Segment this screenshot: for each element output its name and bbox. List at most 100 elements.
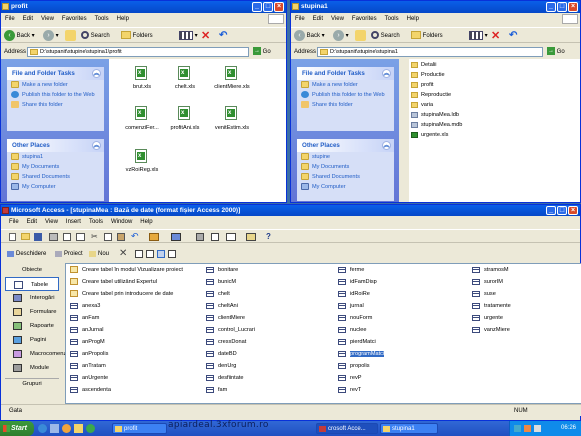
table-row[interactable]: surorIM bbox=[472, 278, 503, 286]
title-bar[interactable]: Microsoft Access - [stupinaMea : Bază de… bbox=[1, 205, 580, 216]
groups-header[interactable]: Grupuri bbox=[5, 378, 59, 388]
table-row[interactable]: ferme bbox=[338, 266, 364, 274]
table-row[interactable]: stramosM bbox=[472, 266, 509, 274]
objects-queries[interactable]: Interogări bbox=[5, 291, 59, 305]
delete-button[interactable]: ✕ bbox=[201, 30, 210, 42]
table-row[interactable]: jurnal bbox=[338, 302, 364, 310]
panel-header[interactable]: Other Places ︽ bbox=[297, 139, 394, 152]
menu-window[interactable]: Window bbox=[107, 217, 136, 228]
desktop-icon[interactable] bbox=[50, 424, 59, 433]
table-row[interactable]: idFamDisp bbox=[338, 278, 377, 286]
menu-favorites[interactable]: Favorites bbox=[58, 13, 91, 25]
taskbar-item-access[interactable]: crosoft Acce... bbox=[316, 423, 378, 434]
office-links-icon[interactable] bbox=[149, 233, 159, 241]
title-bar[interactable]: stupina1 _ □ × bbox=[291, 1, 580, 13]
task-share-folder[interactable]: Share this folder bbox=[7, 100, 104, 110]
go-button[interactable]: → Go bbox=[547, 47, 565, 57]
code-icon[interactable] bbox=[196, 233, 204, 241]
table-row[interactable]: Creare tabel utilizând Expertul bbox=[70, 278, 157, 286]
excel-file-icon[interactable]: x bbox=[178, 106, 190, 120]
place-my-computer[interactable]: My Computer bbox=[7, 182, 104, 192]
properties-icon[interactable] bbox=[211, 233, 219, 241]
menu-file[interactable]: File bbox=[291, 13, 309, 25]
collapse-icon[interactable]: ︽ bbox=[92, 69, 101, 78]
views-button[interactable]: ▾ bbox=[469, 30, 488, 42]
design-button[interactable]: Proiect bbox=[55, 248, 83, 260]
help-icon[interactable]: ? bbox=[266, 232, 276, 242]
place-my-documents[interactable]: My Documents bbox=[7, 162, 104, 172]
print-icon[interactable] bbox=[49, 233, 58, 241]
menu-view[interactable]: View bbox=[41, 217, 62, 228]
excel-file-icon[interactable]: x bbox=[225, 66, 237, 80]
analyze-icon[interactable] bbox=[171, 233, 181, 241]
up-folder-button[interactable] bbox=[355, 30, 366, 42]
new-object-icon[interactable] bbox=[246, 233, 256, 241]
table-row[interactable]: chelt bbox=[206, 290, 230, 298]
list-view-icon[interactable] bbox=[157, 250, 165, 258]
file-name[interactable]: venitEstim.xls bbox=[207, 125, 257, 131]
details-view-icon[interactable] bbox=[168, 250, 176, 258]
table-row[interactable]: Creare tabel prin introducere de date bbox=[70, 290, 173, 298]
taskbar-item-profit[interactable]: profit bbox=[112, 423, 167, 434]
close-button[interactable]: × bbox=[568, 2, 578, 12]
tray-icon-3[interactable] bbox=[534, 425, 541, 432]
menu-tools[interactable]: Tools bbox=[85, 217, 107, 228]
objects-macros[interactable]: Macrocomenzi bbox=[5, 347, 68, 361]
collapse-icon[interactable]: ︽ bbox=[382, 141, 391, 150]
table-row[interactable]: anexa3 bbox=[70, 302, 100, 310]
collapse-icon[interactable]: ︽ bbox=[382, 69, 391, 78]
address-input[interactable]: D:\stupanit\stupine\stupina1\profit bbox=[27, 47, 249, 57]
table-row[interactable]: vanzMiere bbox=[472, 326, 510, 334]
folders-button[interactable]: Folders bbox=[411, 30, 443, 42]
ie-icon[interactable] bbox=[38, 424, 47, 433]
list-item[interactable]: stupinaMea.mdb bbox=[411, 121, 462, 129]
delete-object-icon[interactable]: ✕ bbox=[119, 248, 127, 260]
go-button[interactable]: → Go bbox=[253, 47, 271, 57]
list-item[interactable]: varia bbox=[411, 101, 433, 109]
spelling-icon[interactable] bbox=[76, 233, 85, 241]
table-row[interactable]: idRoiRe bbox=[338, 290, 370, 298]
media-icon[interactable] bbox=[62, 424, 71, 433]
table-row[interactable]: cheltAni bbox=[206, 302, 238, 310]
table-row[interactable]: control_Lucrari bbox=[206, 326, 255, 334]
list-item[interactable]: Reproductie bbox=[411, 91, 451, 99]
save-icon[interactable] bbox=[34, 233, 42, 241]
folders-button[interactable]: Folders bbox=[121, 30, 153, 42]
file-name[interactable]: clientMiere.xls bbox=[207, 84, 257, 90]
task-new-folder[interactable]: Make a new folder bbox=[297, 80, 394, 90]
panel-header[interactable]: File and Folder Tasks ︽ bbox=[297, 67, 394, 80]
collapse-icon[interactable]: ︽ bbox=[92, 141, 101, 150]
minimize-button[interactable]: _ bbox=[252, 2, 262, 12]
table-row[interactable]: fam bbox=[206, 386, 227, 394]
place-parent-folder[interactable]: stupina1 bbox=[7, 152, 104, 162]
views-button[interactable]: ▾ bbox=[179, 30, 198, 42]
search-button[interactable]: Search bbox=[81, 30, 110, 42]
table-row[interactable]: nuclee bbox=[338, 326, 366, 334]
menu-view[interactable]: View bbox=[327, 13, 348, 25]
table-row[interactable]: pierdMatci bbox=[338, 338, 376, 346]
table-row[interactable]: denUrg bbox=[206, 362, 236, 370]
excel-file-icon[interactable]: x bbox=[178, 66, 190, 80]
table-row[interactable]: propolis bbox=[338, 362, 370, 370]
table-row[interactable]: anProgM bbox=[70, 338, 105, 346]
menu-edit[interactable]: Edit bbox=[309, 13, 327, 25]
title-bar[interactable]: profit _ □ × bbox=[1, 1, 286, 13]
list-item[interactable]: stupinaMea.ldb bbox=[411, 111, 459, 119]
close-button[interactable]: × bbox=[274, 2, 284, 12]
table-row[interactable]: revT bbox=[338, 386, 361, 394]
maximize-button[interactable]: □ bbox=[263, 2, 273, 12]
up-folder-button[interactable] bbox=[65, 30, 76, 42]
start-button[interactable]: Start bbox=[0, 421, 34, 436]
table-row[interactable]: bunicM bbox=[206, 278, 236, 286]
table-row[interactable]: programMatci bbox=[338, 350, 385, 358]
list-item[interactable]: Productie bbox=[411, 71, 445, 79]
menu-favorites[interactable]: Favorites bbox=[348, 13, 381, 25]
task-publish-web[interactable]: Publish this folder to the Web bbox=[7, 90, 104, 100]
back-button[interactable]: ‹ Back ▾ bbox=[294, 30, 325, 42]
open-button[interactable]: Deschidere bbox=[7, 248, 46, 260]
forward-button[interactable]: › ▾ bbox=[333, 30, 349, 42]
place-my-documents[interactable]: My Documents bbox=[297, 162, 394, 172]
excel-file-icon[interactable]: x bbox=[135, 66, 147, 80]
objects-header[interactable]: Obiecte bbox=[5, 265, 59, 275]
maximize-button[interactable]: □ bbox=[557, 206, 567, 215]
